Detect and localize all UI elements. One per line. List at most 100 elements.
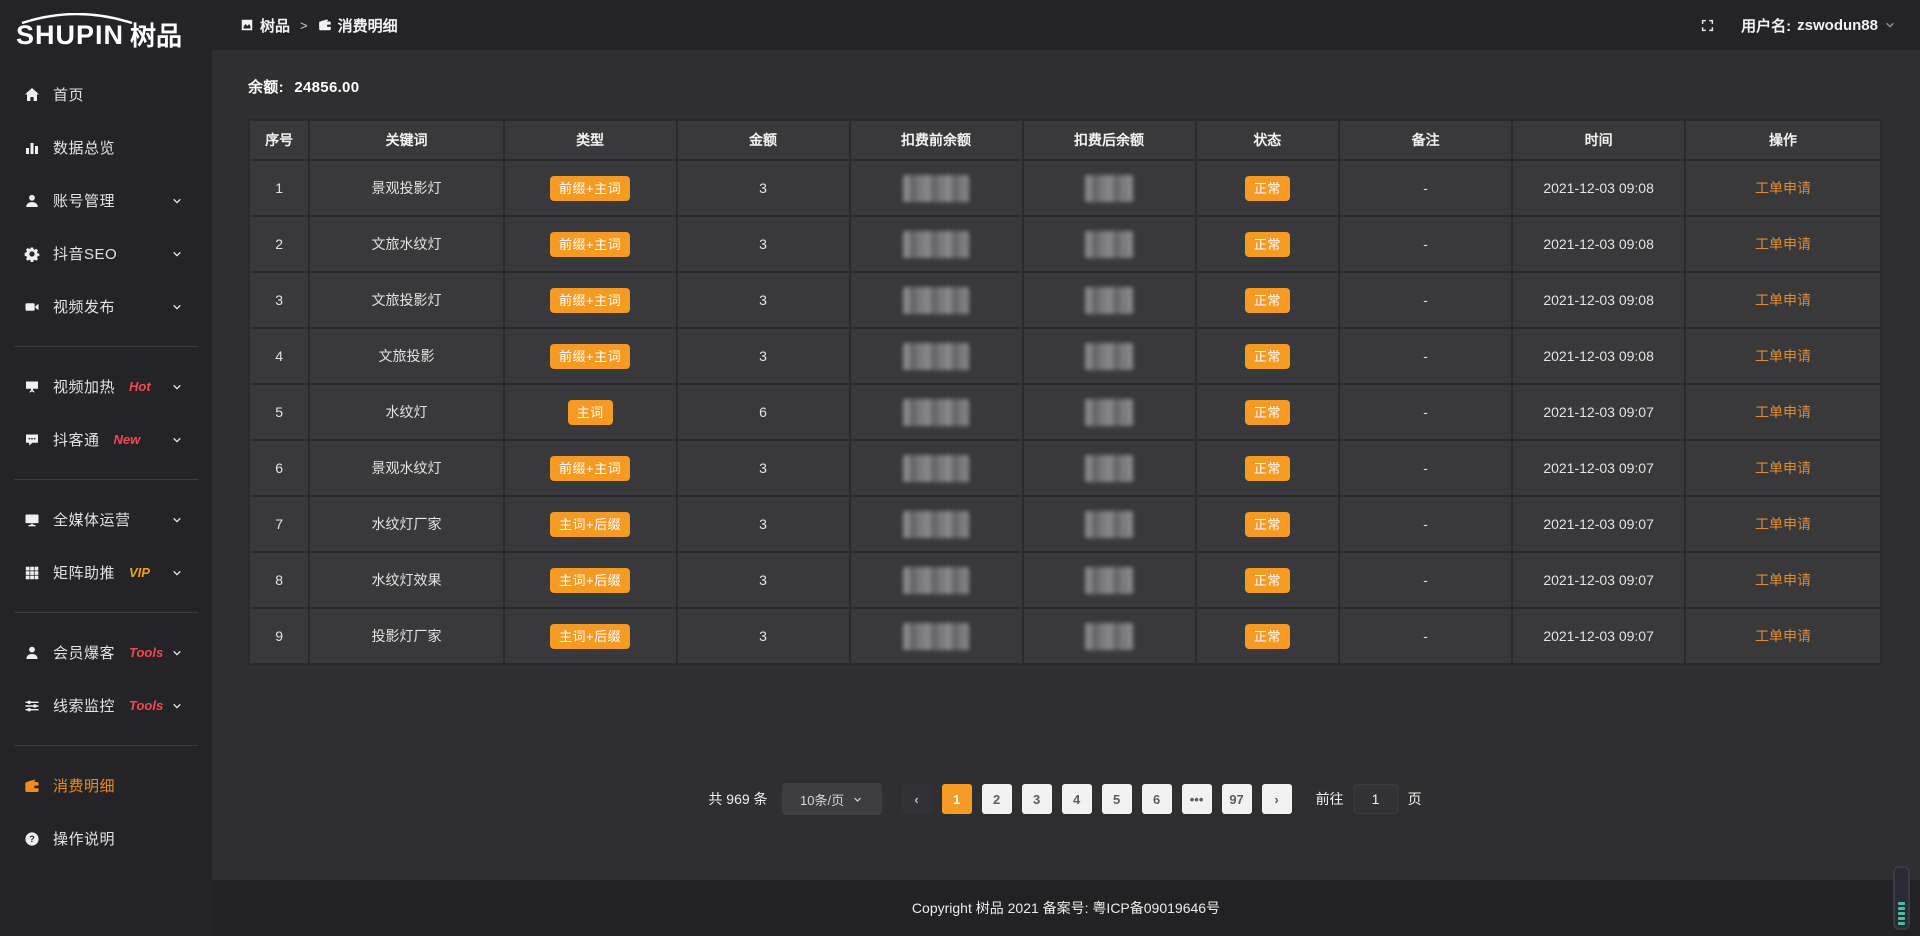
cell-before-balance — [850, 608, 1023, 664]
sidebar-item-consume-detail[interactable]: 消费明细 — [0, 759, 212, 812]
breadcrumb-item-root[interactable]: 树品 — [240, 15, 290, 36]
logo-text-en: SHUPIN — [16, 20, 124, 50]
sidebar-item-label: 消费明细 — [53, 775, 115, 796]
work-order-link[interactable]: 工单申请 — [1755, 404, 1811, 420]
cell-action: 工单申请 — [1685, 496, 1881, 552]
monitor-icon — [24, 512, 40, 528]
footer: Copyright 树品 2021 备案号: 粤ICP备09019646号 — [212, 880, 1920, 936]
cell-after-balance — [1023, 160, 1196, 216]
cell-after-balance — [1023, 216, 1196, 272]
table-row: 6景观水纹灯前缀+主词3正常-2021-12-03 09:07工单申请 — [249, 440, 1881, 496]
table-row: 7水纹灯厂家主词+后缀3正常-2021-12-03 09:07工单申请 — [249, 496, 1881, 552]
work-order-link[interactable]: 工单申请 — [1755, 292, 1811, 308]
status-badge: 正常 — [1245, 624, 1290, 649]
next-page-button[interactable]: › — [1262, 784, 1292, 814]
logo-text-cn: 树品 — [130, 8, 182, 53]
sidebar: SHUPIN 树品 首页数据总览账号管理抖音SEO 视频发布视频加热Hot抖客通N… — [0, 0, 212, 936]
table-row: 8水纹灯效果主词+后缀3正常-2021-12-03 09:07工单申请 — [249, 552, 1881, 608]
type-badge: 前缀+主词 — [550, 176, 630, 201]
cell-index: 4 — [249, 328, 309, 384]
sidebar-divider — [14, 612, 198, 613]
sidebar-item-clue-monitor[interactable]: 线索监控Tools — [0, 679, 212, 732]
cell-after-balance — [1023, 272, 1196, 328]
sidebar-item-matrix-boost[interactable]: 矩阵助推VIP — [0, 546, 212, 599]
cell-index: 9 — [249, 608, 309, 664]
cell-before-balance — [850, 440, 1023, 496]
cell-index: 7 — [249, 496, 309, 552]
breadcrumb-label: 消费明细 — [338, 15, 398, 36]
work-order-link[interactable]: 工单申请 — [1755, 572, 1811, 588]
sidebar-item-douyin-seo[interactable]: 抖音SEO — [0, 227, 212, 280]
sidebar-item-video-publish[interactable]: 视频发布 — [0, 280, 212, 333]
page-size-select[interactable]: 10条/页 — [782, 783, 882, 815]
sidebar-item-douketong[interactable]: 抖客通New — [0, 413, 212, 466]
cell-amount: 3 — [677, 608, 850, 664]
page-button-3[interactable]: 3 — [1022, 784, 1052, 814]
wallet-icon — [318, 18, 332, 32]
sidebar-divider — [14, 346, 198, 347]
more-pages-button[interactable]: ••• — [1182, 784, 1212, 814]
sidebar-item-home[interactable]: 首页 — [0, 68, 212, 121]
status-badge: 正常 — [1245, 456, 1290, 481]
work-order-link[interactable]: 工单申请 — [1755, 236, 1811, 252]
page-button-1[interactable]: 1 — [942, 784, 972, 814]
sidebar-item-member-baoke[interactable]: 会员爆客Tools — [0, 626, 212, 679]
column-header: 类型 — [504, 120, 677, 160]
cell-before-balance — [850, 328, 1023, 384]
sidebar-nav: 首页数据总览账号管理抖音SEO 视频发布视频加热Hot抖客通New 全媒体运营矩阵助… — [0, 60, 212, 936]
page-button-6[interactable]: 6 — [1142, 784, 1172, 814]
chevron-down-icon — [1884, 19, 1896, 31]
cell-time: 2021-12-03 09:08 — [1512, 272, 1685, 328]
user-icon — [24, 193, 40, 209]
page-button-5[interactable]: 5 — [1102, 784, 1132, 814]
work-order-link[interactable]: 工单申请 — [1755, 180, 1811, 196]
table-row: 5水纹灯主词6正常-2021-12-03 09:07工单申请 — [249, 384, 1881, 440]
prev-page-button[interactable]: ‹ — [902, 784, 932, 814]
table-row: 1景观投影灯前缀+主词3正常-2021-12-03 09:08工单申请 — [249, 160, 1881, 216]
cell-before-balance — [850, 496, 1023, 552]
page-button-2[interactable]: 2 — [982, 784, 1012, 814]
sidebar-item-operation-guide[interactable]: ?操作说明 — [0, 812, 212, 865]
sidebar-item-data-overview[interactable]: 数据总览 — [0, 121, 212, 174]
censored-value — [1085, 175, 1133, 202]
cell-before-balance — [850, 272, 1023, 328]
column-header: 时间 — [1512, 120, 1685, 160]
chevron-down-icon — [171, 195, 183, 207]
cell-time: 2021-12-03 09:07 — [1512, 608, 1685, 664]
cell-action: 工单申请 — [1685, 328, 1881, 384]
sidebar-item-account-manage[interactable]: 账号管理 — [0, 174, 212, 227]
chevron-down-icon — [852, 794, 863, 805]
sidebar-item-video-heat[interactable]: 视频加热Hot — [0, 360, 212, 413]
cell-action: 工单申请 — [1685, 216, 1881, 272]
censored-value — [903, 175, 969, 202]
cell-note: - — [1339, 216, 1512, 272]
work-order-link[interactable]: 工单申请 — [1755, 348, 1811, 364]
sidebar-divider — [14, 745, 198, 746]
work-order-link[interactable]: 工单申请 — [1755, 516, 1811, 532]
scroll-indicator-widget[interactable] — [1893, 866, 1910, 930]
screen-icon — [24, 379, 40, 395]
user-menu[interactable]: 用户名: zswodun88 — [1741, 15, 1896, 36]
cell-after-balance — [1023, 496, 1196, 552]
cell-time: 2021-12-03 09:08 — [1512, 216, 1685, 272]
goto-page-input[interactable] — [1354, 784, 1398, 814]
fullscreen-icon[interactable] — [1700, 18, 1715, 33]
svg-text:?: ? — [29, 834, 35, 844]
breadcrumb-item-current[interactable]: 消费明细 — [318, 15, 398, 36]
cell-index: 6 — [249, 440, 309, 496]
sidebar-item-label: 抖音SEO — [53, 243, 117, 264]
page-button-97[interactable]: 97 — [1222, 784, 1252, 814]
censored-value — [903, 231, 969, 258]
work-order-link[interactable]: 工单申请 — [1755, 460, 1811, 476]
work-order-link[interactable]: 工单申请 — [1755, 628, 1811, 644]
home-icon — [24, 87, 40, 103]
cell-before-balance — [850, 552, 1023, 608]
cell-action: 工单申请 — [1685, 272, 1881, 328]
page-button-4[interactable]: 4 — [1062, 784, 1092, 814]
cell-type: 主词+后缀 — [504, 496, 677, 552]
pagination: 共 969 条 10条/页 ‹ 123456•••97 › 前往 页 — [248, 783, 1882, 815]
cell-amount: 3 — [677, 216, 850, 272]
sidebar-item-all-media[interactable]: 全媒体运营 — [0, 493, 212, 546]
chart-icon — [24, 140, 40, 156]
censored-value — [1085, 455, 1133, 482]
